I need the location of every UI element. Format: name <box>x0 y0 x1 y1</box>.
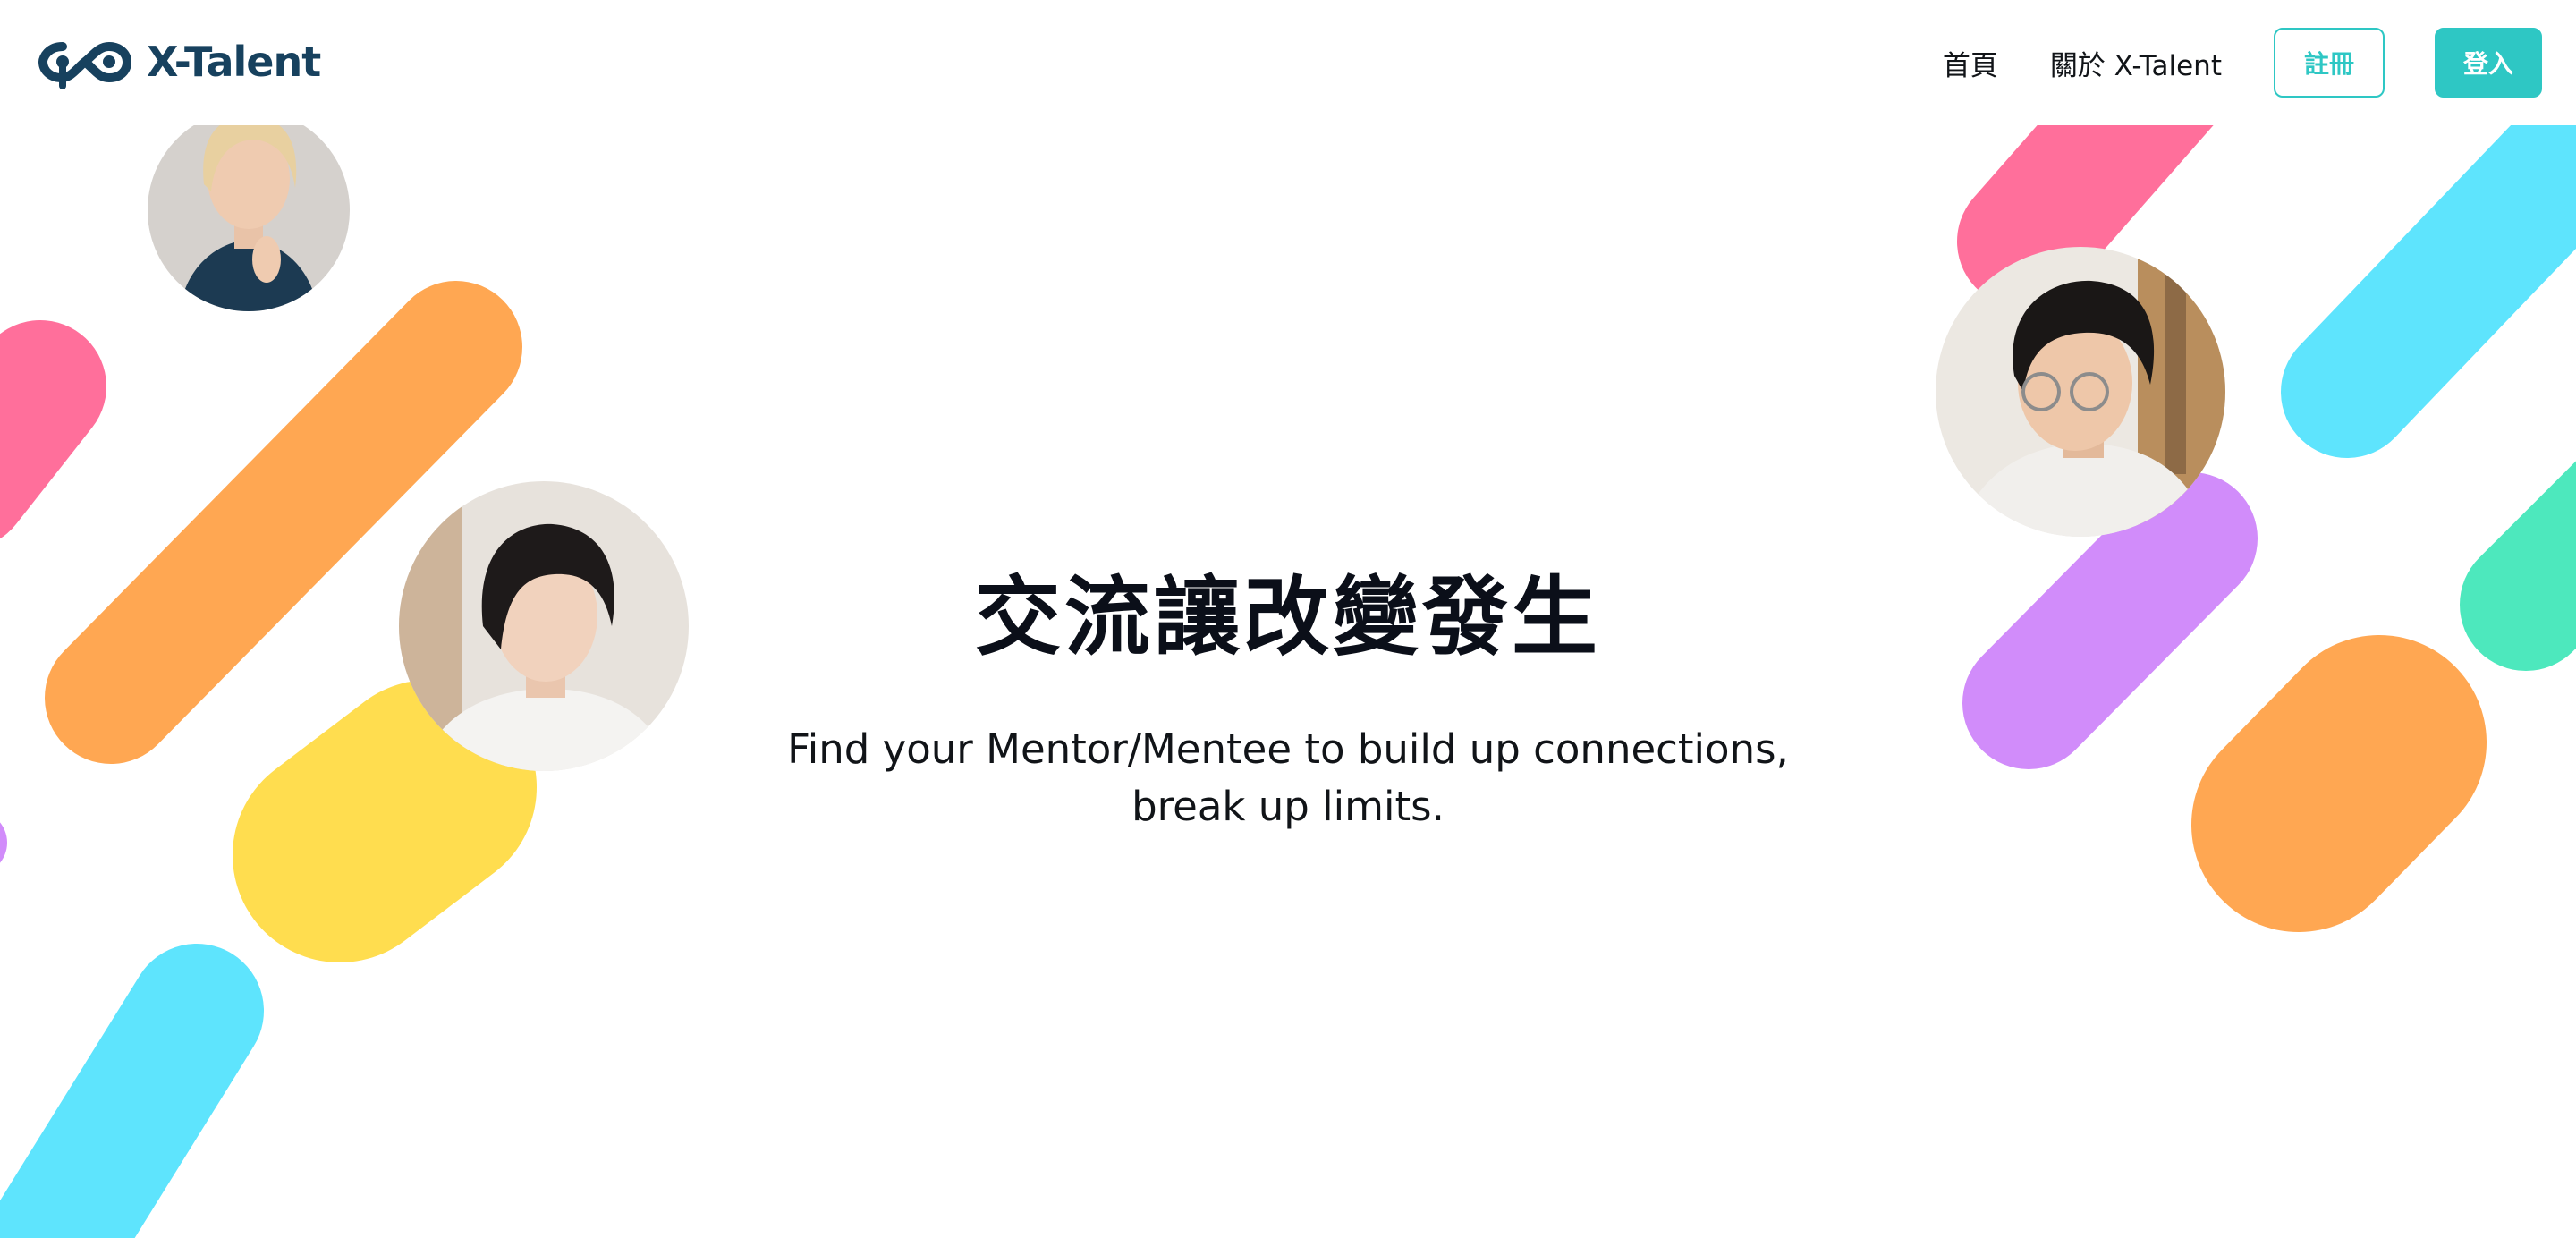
orange-pill-right <box>2191 635 2487 932</box>
landing-page: X-Talent 首頁 關於 X-Talent 註冊 登入 交流讓改變發生 Fi… <box>0 0 2576 1238</box>
top-navbar: X-Talent 首頁 關於 X-Talent 註冊 登入 <box>0 0 2576 125</box>
nav-link-home[interactable]: 首頁 <box>1943 43 1998 83</box>
nav-menu: 首頁 關於 X-Talent 註冊 登入 <box>1943 27 2542 98</box>
nav-link-about[interactable]: 關於 X-Talent <box>2050 43 2222 83</box>
pink-pill-left <box>0 320 106 538</box>
cyan-pill-left <box>0 944 264 1238</box>
yellow-pill-left <box>233 680 537 962</box>
woman-blonde-portrait <box>148 109 350 311</box>
hero-section: 交流讓改變發生 Find your Mentor/Mentee to build… <box>572 555 2004 835</box>
purple-pill-right <box>1962 472 2258 769</box>
brand-logo[interactable]: X-Talent <box>36 32 321 91</box>
man-glasses-portrait <box>1936 247 2225 537</box>
hero-title: 交流讓改變發生 <box>975 567 1601 667</box>
logo-text: X-Talent <box>147 38 321 86</box>
green-pill-right <box>2460 461 2576 671</box>
login-button[interactable]: 登入 <box>2435 28 2542 98</box>
register-button[interactable]: 註冊 <box>2274 28 2385 98</box>
purple-dot-left <box>0 822 7 863</box>
logo-icon <box>38 41 132 89</box>
cyan-pill-right <box>2281 70 2576 458</box>
hero-subtitle: Find your Mentor/Mentee to build up conn… <box>787 725 1789 830</box>
